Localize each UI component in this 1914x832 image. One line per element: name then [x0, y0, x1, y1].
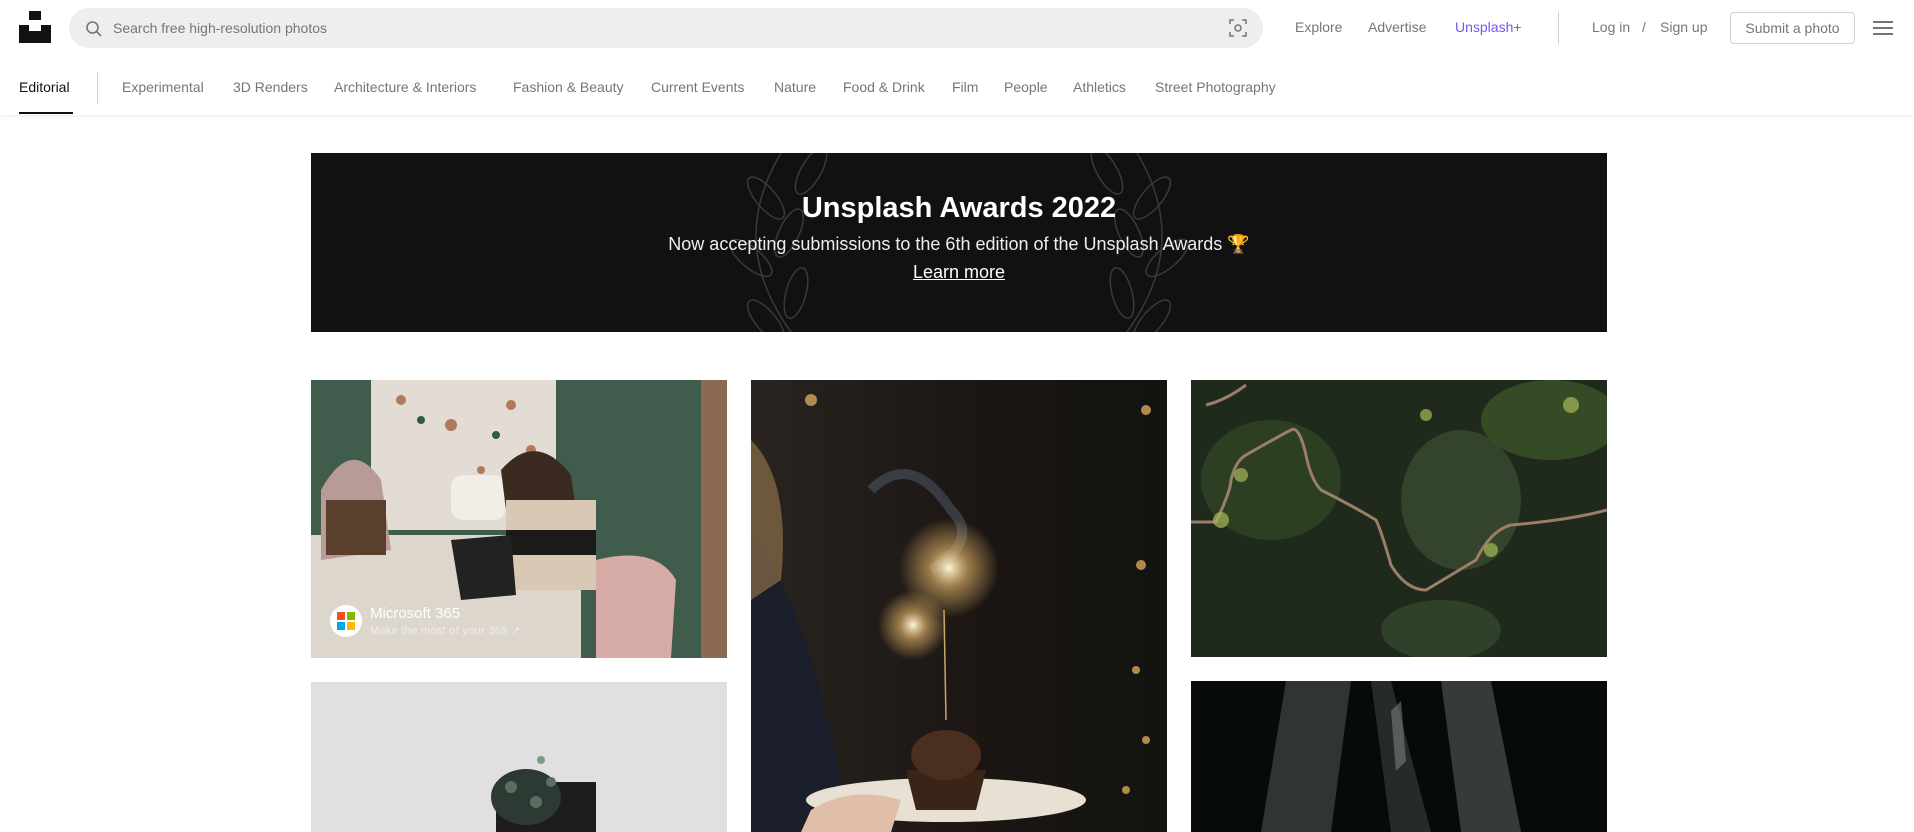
tab-current-events[interactable]: Current Events: [651, 79, 744, 95]
banner-subtitle: Now accepting submissions to the 6th edi…: [668, 234, 1250, 254]
header: Explore Advertise Unsplash+ Log in / Sig…: [0, 0, 1914, 115]
awards-banner: Unsplash Awards 2022 Now accepting submi…: [311, 153, 1607, 332]
sponsor-name: Microsoft 365: [370, 605, 461, 622]
category-nav: Editorial Experimental 3D Renders Archit…: [0, 66, 1914, 114]
photo-card[interactable]: [1191, 681, 1607, 832]
visual-search-icon[interactable]: [1229, 19, 1247, 37]
photo-card[interactable]: [311, 682, 727, 832]
tab-3d-renders[interactable]: 3D Renders: [233, 79, 308, 95]
photo-aerial-road: [1191, 380, 1607, 657]
nav-divider: [1558, 12, 1559, 44]
tab-film[interactable]: Film: [952, 79, 978, 95]
search-input[interactable]: [113, 8, 1193, 48]
search-icon[interactable]: [85, 20, 103, 38]
photo-cupcake-sparkler: [751, 380, 1167, 832]
signup-link[interactable]: Sign up: [1660, 19, 1707, 35]
search-bar: [69, 8, 1263, 48]
sponsor-badge[interactable]: Microsoft 365 Make the most of your 365 …: [330, 605, 521, 637]
auth-separator: /: [1642, 19, 1646, 35]
learn-more-link[interactable]: Learn more: [913, 262, 1005, 283]
tab-experimental[interactable]: Experimental: [122, 79, 204, 95]
active-tab-indicator: [19, 112, 73, 114]
submit-photo-button[interactable]: Submit a photo: [1730, 12, 1855, 44]
hamburger-menu-icon[interactable]: [1873, 21, 1893, 35]
sponsor-tagline[interactable]: Make the most of your 365 ↗: [370, 624, 521, 637]
tab-architecture-interiors[interactable]: Architecture & Interiors: [334, 79, 476, 95]
tab-nature[interactable]: Nature: [774, 79, 816, 95]
microsoft-logo-icon: [330, 605, 362, 637]
photo-plant: [311, 682, 727, 832]
tab-people[interactable]: People: [1004, 79, 1048, 95]
login-link[interactable]: Log in: [1592, 19, 1630, 35]
nav-advertise[interactable]: Advertise: [1368, 19, 1426, 35]
tab-editorial[interactable]: Editorial: [19, 79, 70, 95]
photo-dark-abstract: [1191, 681, 1607, 832]
tab-athletics[interactable]: Athletics: [1073, 79, 1126, 95]
unsplash-logo[interactable]: [19, 11, 51, 43]
tab-street-photography[interactable]: Street Photography: [1155, 79, 1276, 95]
photo-card[interactable]: [1191, 380, 1607, 657]
nav-unsplash-plus[interactable]: Unsplash+: [1455, 19, 1522, 35]
nav-explore[interactable]: Explore: [1295, 19, 1342, 35]
photo-card[interactable]: [751, 380, 1167, 832]
photo-card[interactable]: Microsoft 365 Make the most of your 365 …: [311, 380, 727, 658]
category-divider: [97, 72, 98, 104]
tab-fashion-beauty[interactable]: Fashion & Beauty: [513, 79, 624, 95]
tab-food-drink[interactable]: Food & Drink: [843, 79, 925, 95]
banner-title: Unsplash Awards 2022: [801, 192, 1117, 224]
